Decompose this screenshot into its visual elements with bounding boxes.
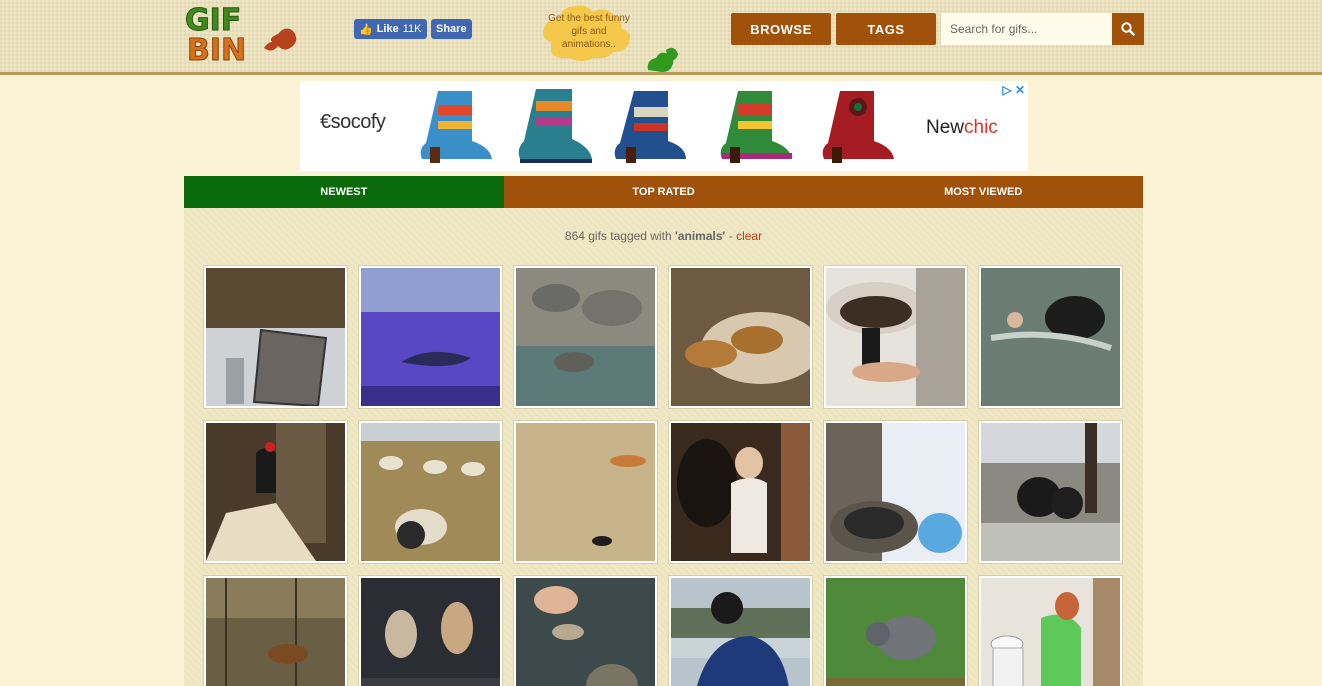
gif-thumbnail[interactable] [668, 265, 813, 409]
gif-image [516, 423, 655, 561]
gif-image [981, 578, 1120, 686]
boot-image [720, 91, 792, 163]
gif-thumbnail[interactable] [358, 420, 503, 564]
gif-image [516, 578, 655, 686]
gif-image [206, 423, 345, 561]
gif-image [361, 423, 500, 561]
gif-image [206, 578, 345, 686]
fb-like-count: 11K [402, 23, 422, 35]
clear-tag-link[interactable]: clear [736, 229, 762, 243]
gif-image [826, 578, 965, 686]
gif-image [361, 578, 500, 686]
gif-thumbnail[interactable] [978, 265, 1123, 409]
tags-button[interactable]: TAGS [836, 13, 936, 45]
ad-choices-icon[interactable]: ▷ ✕ [1002, 83, 1025, 97]
search-button[interactable] [1112, 13, 1144, 45]
gif-thumbnail[interactable] [358, 265, 503, 409]
gif-thumbnail[interactable] [513, 420, 658, 564]
socofy-logo-icon: € [320, 111, 331, 133]
tab-most-viewed[interactable]: MOST VIEWED [823, 176, 1144, 208]
tab-top-rated[interactable]: TOP RATED [503, 176, 824, 208]
facebook-share-button[interactable]: Share [431, 19, 472, 39]
boot-image [518, 89, 592, 163]
gif-thumbnail[interactable] [668, 420, 813, 564]
tag-name: 'animals' [674, 229, 726, 243]
gif-image [981, 268, 1120, 406]
gif-thumbnail[interactable] [668, 575, 813, 686]
gif-thumbnail[interactable] [203, 420, 348, 564]
browse-button[interactable]: BROWSE [731, 13, 831, 45]
fb-share-label: Share [436, 23, 467, 35]
gif-image [206, 268, 345, 406]
gif-image [826, 423, 965, 561]
results-summary: 864 gifs tagged with 'animals' - clear [564, 229, 763, 243]
gif-thumbnail[interactable] [978, 420, 1123, 564]
gif-thumbnail[interactable] [823, 575, 968, 686]
gif-image [981, 423, 1120, 561]
gif-thumbnail[interactable] [513, 575, 658, 686]
svg-text:BIN: BIN [187, 33, 246, 64]
gif-thumbnail[interactable] [358, 575, 503, 686]
tagline-text: Get the best funny gifs and animations.. [548, 13, 630, 50]
facebook-like-button[interactable]: 👍 Like 11K [354, 19, 428, 39]
gif-results-panel: 864 gifs tagged with 'animals' - clear [184, 208, 1143, 686]
gif-image [671, 423, 810, 561]
gif-thumbnail[interactable] [513, 265, 658, 409]
ad-brand-right: Newchic [926, 117, 998, 138]
gif-image [671, 578, 810, 686]
advertisement-banner[interactable]: €socofy Newchic ▷ ✕ [300, 81, 1028, 171]
tab-newest[interactable]: NEWEST [184, 176, 504, 208]
boot-image [822, 91, 894, 163]
sort-tabs: NEWEST TOP RATED MOST VIEWED [184, 176, 1144, 208]
gif-thumbnail[interactable] [203, 575, 348, 686]
search-input[interactable] [941, 13, 1112, 45]
ad-brand-left: €socofy [320, 111, 386, 133]
gif-thumbnail[interactable] [978, 575, 1123, 686]
thumbs-up-icon: 👍 [359, 23, 373, 36]
fb-like-label: Like [376, 23, 399, 35]
gif-thumbnail[interactable] [823, 420, 968, 564]
search-icon [1121, 22, 1135, 36]
boot-image [420, 91, 492, 163]
squirrel-icon [647, 47, 678, 72]
gif-image [361, 268, 500, 406]
gif-thumbnail[interactable] [823, 265, 968, 409]
gifbin-logo[interactable]: GIF BIN [183, 2, 303, 64]
boot-image [614, 91, 686, 163]
site-header: GIF BIN 👍 Like 11K Share Get the best fu… [0, 0, 1322, 75]
gif-image [671, 268, 810, 406]
gif-image [826, 268, 965, 406]
gif-image [516, 268, 655, 406]
gif-thumbnail[interactable] [203, 265, 348, 409]
